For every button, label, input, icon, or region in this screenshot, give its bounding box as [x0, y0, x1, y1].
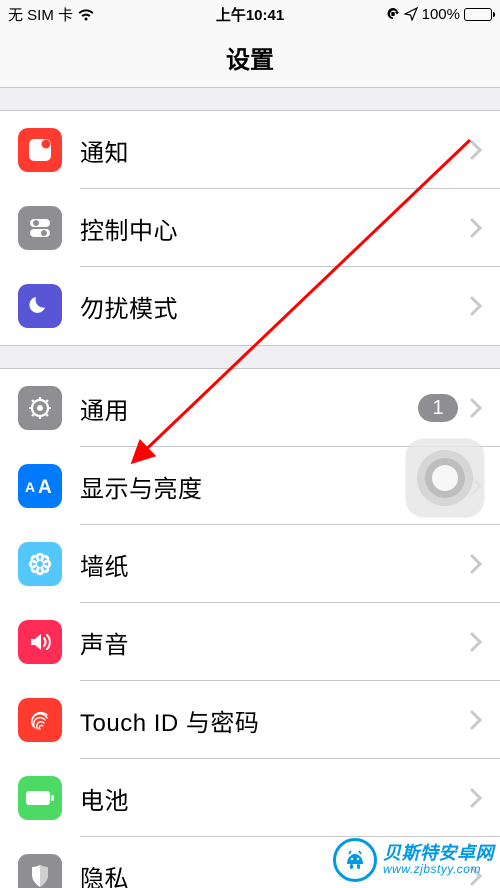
chevron-right-icon	[470, 710, 482, 730]
battery-icon	[464, 8, 492, 21]
assistive-touch-button[interactable]	[406, 439, 484, 517]
privacy-icon	[18, 854, 62, 888]
svg-text:A: A	[25, 479, 35, 495]
svg-text:A: A	[38, 477, 52, 497]
chevron-right-icon	[470, 218, 482, 238]
row-sound[interactable]: 声音	[0, 603, 500, 681]
badge-count: 1	[418, 394, 458, 422]
carrier-text: 无 SIM 卡	[8, 4, 73, 25]
row-battery[interactable]: 电池	[0, 759, 500, 837]
notifications-icon	[18, 128, 62, 172]
touch-id-icon	[18, 698, 62, 742]
battery-percentage: 100%	[422, 6, 460, 23]
do-not-disturb-icon	[18, 284, 62, 328]
row-label: 控制中心	[80, 211, 470, 246]
page-title: 设置	[226, 40, 274, 75]
wallpaper-icon	[18, 542, 62, 586]
row-label: 电池	[80, 781, 470, 816]
chevron-right-icon	[470, 866, 482, 886]
status-bar: 无 SIM 卡 上午10:41 100%	[0, 0, 500, 28]
chevron-right-icon	[470, 554, 482, 574]
row-control-center[interactable]: 控制中心	[0, 189, 500, 267]
chevron-right-icon	[470, 398, 482, 418]
settings-group-1: 通知 控制中心 勿扰模式	[0, 110, 500, 346]
row-label: 隐私	[80, 859, 470, 888]
nav-bar: 设置	[0, 28, 500, 88]
chevron-right-icon	[470, 296, 482, 316]
row-touch-id[interactable]: Touch ID 与密码	[0, 681, 500, 759]
assistive-touch-ring	[425, 458, 465, 498]
row-do-not-disturb[interactable]: 勿扰模式	[0, 267, 500, 345]
orientation-lock-icon	[386, 7, 400, 21]
sound-icon	[18, 620, 62, 664]
wifi-icon	[77, 8, 95, 21]
row-label: Touch ID 与密码	[80, 703, 470, 738]
control-center-icon	[18, 206, 62, 250]
row-label: 通用	[80, 391, 418, 426]
row-notifications[interactable]: 通知	[0, 111, 500, 189]
row-general[interactable]: 通用 1	[0, 369, 500, 447]
location-icon	[404, 7, 418, 21]
assistive-touch-dot	[432, 465, 458, 491]
row-label: 勿扰模式	[80, 289, 470, 324]
row-label: 声音	[80, 625, 470, 660]
chevron-right-icon	[470, 632, 482, 652]
assistive-touch-ring	[417, 450, 473, 506]
general-icon	[18, 386, 62, 430]
battery-row-icon	[18, 776, 62, 820]
row-wallpaper[interactable]: 墙纸	[0, 525, 500, 603]
row-label: 墙纸	[80, 547, 470, 582]
row-label: 通知	[80, 133, 470, 168]
row-privacy[interactable]: 隐私	[0, 837, 500, 888]
chevron-right-icon	[470, 140, 482, 160]
display-brightness-icon: AA	[18, 464, 62, 508]
chevron-right-icon	[470, 788, 482, 808]
